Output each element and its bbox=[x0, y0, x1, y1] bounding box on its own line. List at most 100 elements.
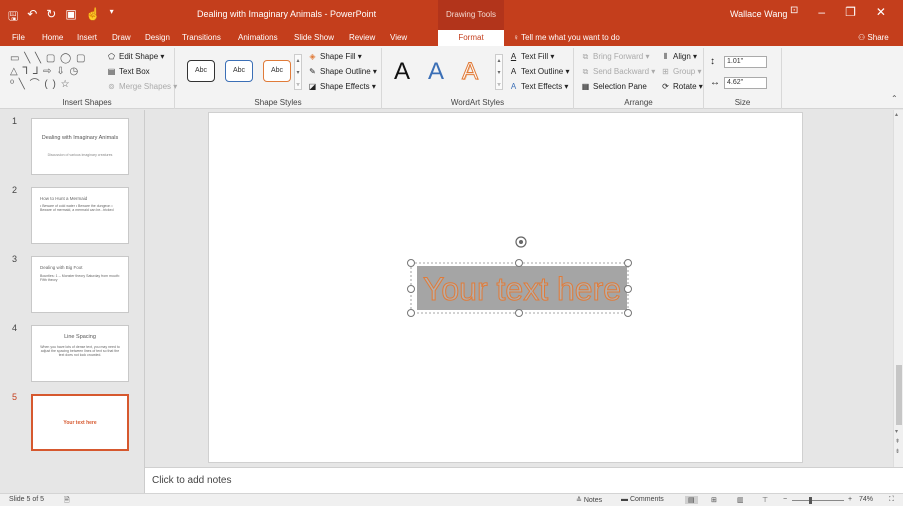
notes-icon: ≙ bbox=[576, 497, 582, 504]
user-name[interactable]: Wallace Wang bbox=[730, 9, 787, 19]
bring-forward-button[interactable]: ⧉ Bring Forward ▾ bbox=[580, 52, 650, 62]
shapes-row: ▭ ╲ ╲ ▢ ◯ ▢ bbox=[10, 53, 87, 64]
save-icon[interactable]: 🖫 bbox=[8, 7, 18, 28]
scroll-down-icon[interactable]: ▾ bbox=[895, 428, 898, 435]
tab-format[interactable]: Format bbox=[438, 30, 504, 46]
align-label: Align bbox=[673, 52, 691, 61]
tab-slide-show[interactable]: Slide Show bbox=[294, 33, 334, 42]
zoom-out-icon[interactable]: − bbox=[783, 496, 787, 503]
ribbon-display-icon[interactable]: ⊡ bbox=[790, 5, 798, 19]
shape-effects-label: Shape Effects bbox=[320, 82, 370, 91]
slide-number: 5 bbox=[12, 392, 18, 402]
slide-sorter-icon[interactable]: ⊞ bbox=[711, 496, 717, 504]
shape-effects-button[interactable]: ◪ Shape Effects ▾ bbox=[307, 82, 376, 91]
title-bar: 🖫 ↶ ↻ ▣ ☝ ▾ Dealing with Imaginary Anima… bbox=[0, 0, 903, 30]
text-fill-button[interactable]: A Text Fill ▾ bbox=[508, 52, 555, 61]
wordart-preset[interactable]: A bbox=[428, 58, 444, 86]
send-backward-button[interactable]: ⧉ Send Backward ▾ bbox=[580, 67, 656, 77]
collapse-ribbon-icon[interactable]: ⌃ bbox=[891, 94, 898, 103]
shape-styles-label: Shape Styles bbox=[254, 98, 302, 107]
text-effects-button[interactable]: A Text Effects ▾ bbox=[508, 82, 569, 91]
text-effects-icon: A bbox=[510, 82, 517, 91]
tab-animations[interactable]: Animations bbox=[238, 33, 278, 42]
close-icon[interactable]: ✕ bbox=[876, 5, 886, 19]
thumb-title: Dealing with Imaginary Animals bbox=[41, 135, 119, 141]
slide-thumbnail-5[interactable]: Your text here bbox=[31, 394, 129, 451]
tab-transitions[interactable]: Transitions bbox=[182, 33, 221, 42]
selection-pane-label: Selection Pane bbox=[593, 82, 647, 91]
slide-thumbnail-3[interactable]: Dealing with Big Foot Bounties: 1 -- Mon… bbox=[31, 256, 129, 313]
shape-style-preset[interactable]: Abc bbox=[187, 60, 215, 82]
shape-effects-icon: ◪ bbox=[308, 82, 317, 91]
zoom-slider[interactable] bbox=[792, 500, 844, 501]
width-field[interactable]: 4.62" bbox=[724, 77, 767, 89]
slideshow-view-icon[interactable]: ⊤ bbox=[762, 496, 768, 504]
shape-style-preset[interactable]: Abc bbox=[263, 60, 291, 82]
slideshow-icon[interactable]: ▣ bbox=[65, 7, 76, 28]
slide-canvas[interactable]: Your text here bbox=[208, 112, 803, 463]
notes-label: Notes bbox=[583, 497, 603, 504]
align-button[interactable]: ⫴ Align ▾ bbox=[660, 52, 697, 62]
share-button[interactable]: ⚇ Share bbox=[858, 33, 889, 42]
text-box-button[interactable]: ▤ Text Box bbox=[106, 67, 150, 76]
merge-shapes-button[interactable]: ⊚ Merge Shapes ▾ bbox=[106, 82, 177, 91]
customize-icon[interactable]: ▾ bbox=[110, 7, 114, 28]
fit-to-window-icon[interactable]: ⛶ bbox=[889, 496, 894, 504]
edit-shape-button[interactable]: ⬠ Edit Shape ▾ bbox=[106, 52, 164, 61]
shape-fill-button[interactable]: ◈ Shape Fill ▾ bbox=[307, 52, 361, 61]
text-fill-label: Text Fill bbox=[521, 52, 549, 61]
tab-review[interactable]: Review bbox=[349, 33, 375, 42]
slide-thumbnail-2[interactable]: How to Hunt a Mermaid • Beware of cold w… bbox=[31, 187, 129, 244]
restore-icon[interactable]: ❐ bbox=[845, 5, 856, 19]
wordart-text[interactable]: Your text here bbox=[422, 271, 621, 308]
wordart-preset[interactable]: A bbox=[394, 58, 410, 86]
tab-design[interactable]: Design bbox=[145, 33, 170, 42]
text-fill-icon: A bbox=[510, 52, 517, 61]
wordart-preset[interactable]: A bbox=[461, 58, 478, 86]
shape-style-preset[interactable]: Abc bbox=[225, 60, 253, 82]
tab-home[interactable]: Home bbox=[42, 33, 63, 42]
shape-outline-button[interactable]: ✎ Shape Outline ▾ bbox=[307, 67, 377, 76]
scrollbar-thumb[interactable] bbox=[896, 365, 902, 425]
shape-outline-label: Shape Outline bbox=[320, 67, 371, 76]
previous-slide-icon[interactable]: ⇞ bbox=[895, 438, 900, 445]
minimize-icon[interactable]: – bbox=[818, 5, 825, 19]
height-field[interactable]: 1.01" bbox=[724, 56, 767, 68]
next-slide-icon[interactable]: ⇟ bbox=[895, 448, 900, 455]
spellcheck-icon[interactable]: 🗎 bbox=[64, 496, 70, 506]
normal-view-icon[interactable]: ▤ bbox=[685, 496, 698, 504]
scroll-up-icon[interactable]: ▴ bbox=[895, 111, 898, 118]
redo-icon[interactable]: ↻ bbox=[46, 7, 56, 28]
slide-thumbnail-4[interactable]: Line Spacing When you have lots of dense… bbox=[31, 325, 129, 382]
zoom-level[interactable]: 74% bbox=[859, 496, 873, 503]
bring-forward-label: Bring Forward bbox=[593, 52, 644, 61]
tell-me-search[interactable]: ♀ Tell me what you want to do bbox=[513, 33, 620, 42]
group-icon: ⊞ bbox=[662, 67, 669, 76]
shape-styles-more[interactable]: ▴ ▾ ▿ bbox=[294, 54, 302, 90]
comments-button[interactable]: ▬ Comments bbox=[621, 496, 664, 503]
rotate-handle[interactable] bbox=[515, 236, 527, 248]
text-outline-button[interactable]: A Text Outline ▾ bbox=[508, 67, 570, 76]
zoom-in-icon[interactable]: + bbox=[848, 496, 852, 503]
bring-forward-icon: ⧉ bbox=[582, 52, 589, 61]
rotate-button[interactable]: ⟳ Rotate ▾ bbox=[660, 82, 703, 91]
tab-draw[interactable]: Draw bbox=[112, 33, 131, 42]
zoom-slider-handle[interactable] bbox=[809, 497, 813, 504]
tab-file[interactable]: File bbox=[12, 33, 25, 42]
vertical-scrollbar[interactable]: ▴ ▾ ⇞ ⇟ bbox=[893, 110, 903, 467]
tab-view[interactable]: View bbox=[390, 33, 407, 42]
slide-number: 4 bbox=[12, 323, 18, 333]
tab-insert[interactable]: Insert bbox=[77, 33, 97, 42]
shapes-gallery[interactable]: ▭ ╲ ╲ ▢ ◯ ▢ △ ⅂ ⅃ ⇨ ⇩ ◷ ⁰ ╲ ⌒ ( ) ☆ bbox=[10, 52, 86, 91]
notes-pane[interactable]: Click to add notes bbox=[145, 467, 903, 493]
undo-icon[interactable]: ↶ bbox=[27, 7, 37, 28]
selected-wordart-textbox[interactable]: Your text here bbox=[410, 262, 629, 314]
slide-thumbnail-1[interactable]: Dealing with Imaginary Animals Discussio… bbox=[31, 118, 129, 175]
reading-view-icon[interactable]: ▥ bbox=[737, 496, 744, 504]
touch-icon[interactable]: ☝ bbox=[86, 7, 101, 28]
selection-pane-button[interactable]: ▦ Selection Pane bbox=[580, 82, 647, 91]
wordart-styles-more[interactable]: ▴ ▾ ▿ bbox=[495, 54, 503, 90]
notes-toggle-button[interactable]: ≙ Notes bbox=[576, 496, 602, 504]
lightbulb-icon: ♀ bbox=[513, 33, 519, 42]
group-button[interactable]: ⊞ Group ▾ bbox=[660, 67, 701, 76]
